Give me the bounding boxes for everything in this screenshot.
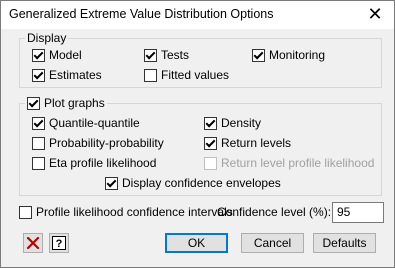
eta-profile-likelihood-check-box[interactable] <box>32 156 45 170</box>
confidence-level-label: Confidence level (%): <box>217 205 332 219</box>
display-group-label: Display <box>25 31 69 45</box>
estimates-label: Estimates <box>49 68 102 82</box>
density-label: Density <box>221 116 262 130</box>
model-label: Model <box>49 48 82 62</box>
plot-graphs-checkbox[interactable]: Plot graphs <box>25 96 107 110</box>
quantile-quantile-label: Quantile-quantile <box>49 116 140 130</box>
window-title: Generalized Extreme Value Distribution O… <box>9 7 274 21</box>
clear-button[interactable] <box>23 233 43 253</box>
return-levels-checkbox[interactable]: Return levels <box>204 136 291 150</box>
return-level-profile-likelihood-check-box <box>204 156 217 170</box>
model-checkbox[interactable]: Model <box>32 48 82 62</box>
clear-x-icon <box>27 237 39 249</box>
defaults-button[interactable]: Defaults <box>313 233 376 253</box>
eta-profile-likelihood-checkbox[interactable]: Eta profile likelihood <box>32 156 156 170</box>
eta-profile-likelihood-label: Eta profile likelihood <box>49 156 157 170</box>
tests-check-box[interactable] <box>144 48 157 62</box>
profile-likelihood-ci-label: Profile likelihood confidence intervals <box>36 205 233 219</box>
estimates-checkbox[interactable]: Estimates <box>32 68 102 82</box>
return-level-profile-likelihood-label: Return level profile likelihood <box>221 156 375 170</box>
plot-graphs-check-box[interactable] <box>27 96 40 110</box>
probability-probability-label: Probability-probability <box>49 136 164 150</box>
help-question-icon: ? <box>52 236 66 250</box>
probability-probability-checkbox[interactable]: Probability-probability <box>32 136 164 150</box>
tests-checkbox[interactable]: Tests <box>144 48 189 62</box>
display-confidence-envelopes-label: Display confidence envelopes <box>122 176 281 190</box>
help-button[interactable]: ? <box>49 233 69 253</box>
ok-button[interactable]: OK <box>165 233 228 253</box>
svg-text:?: ? <box>56 238 63 250</box>
fitted-values-check-box[interactable] <box>144 68 157 82</box>
profile-likelihood-ci-check-box[interactable] <box>19 205 32 219</box>
profile-likelihood-ci-checkbox[interactable]: Profile likelihood confidence intervals <box>19 205 233 219</box>
density-check-box[interactable] <box>204 116 217 130</box>
fitted-values-label: Fitted values <box>161 68 230 82</box>
monitoring-check-box[interactable] <box>252 48 265 62</box>
display-confidence-envelopes-check-box[interactable] <box>105 176 118 190</box>
fitted-values-checkbox[interactable]: Fitted values <box>144 68 229 82</box>
monitoring-checkbox[interactable]: Monitoring <box>252 48 325 62</box>
title-bar: Generalized Extreme Value Distribution O… <box>1 1 394 29</box>
close-icon[interactable]: ✕ <box>366 4 384 24</box>
return-levels-check-box[interactable] <box>204 136 217 150</box>
options-dialog: Generalized Extreme Value Distribution O… <box>0 0 395 268</box>
estimates-check-box[interactable] <box>32 68 45 82</box>
return-level-profile-likelihood-checkbox: Return level profile likelihood <box>204 156 374 170</box>
density-checkbox[interactable]: Density <box>204 116 261 130</box>
plot-graphs-label: Plot graphs <box>44 96 105 110</box>
return-levels-label: Return levels <box>221 136 292 150</box>
quantile-quantile-check-box[interactable] <box>32 116 45 130</box>
display-confidence-envelopes-checkbox[interactable]: Display confidence envelopes <box>105 176 281 190</box>
model-check-box[interactable] <box>32 48 45 62</box>
tests-label: Tests <box>161 48 190 62</box>
probability-probability-check-box[interactable] <box>32 136 45 150</box>
cancel-button[interactable]: Cancel <box>241 233 304 253</box>
monitoring-label: Monitoring <box>269 48 326 62</box>
quantile-quantile-checkbox[interactable]: Quantile-quantile <box>32 116 140 130</box>
confidence-level-input[interactable]: 95 <box>332 202 384 223</box>
